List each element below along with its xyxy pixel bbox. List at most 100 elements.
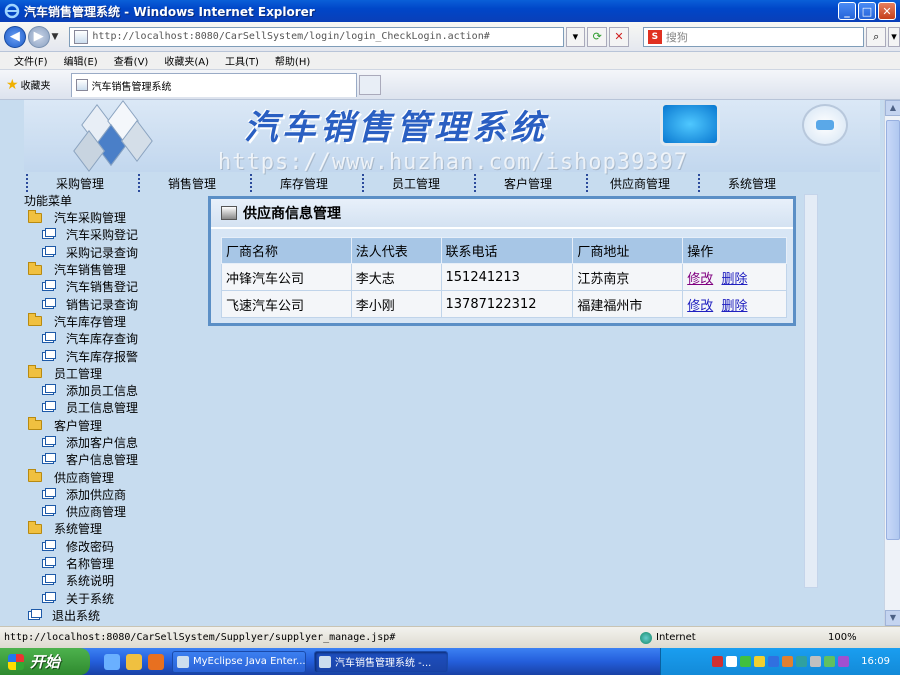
tree-item[interactable]: 汽车销售登记 <box>24 278 204 295</box>
tray-icon[interactable] <box>712 656 724 667</box>
tree-group-inventory[interactable]: 汽车库存管理 <box>24 313 204 330</box>
tree-item-label: 汽车销售登记 <box>66 280 139 295</box>
address-bar[interactable]: http://localhost:8080/CarSellSystem/logi… <box>69 26 564 47</box>
tree-item[interactable]: 客户信息管理 <box>24 451 204 468</box>
tree-item[interactable]: 员工信息管理 <box>24 399 204 416</box>
tree-item[interactable]: 采购记录查询 <box>24 244 204 261</box>
tree-item[interactable]: 汽车库存报警 <box>24 347 204 364</box>
start-button[interactable]: 开始 <box>0 648 90 675</box>
nav-system[interactable]: 系统管理 <box>696 172 808 194</box>
favorites-button[interactable]: 收藏夹 <box>21 77 51 92</box>
cell-addr: 福建福州市 <box>572 290 684 318</box>
nav-purchase[interactable]: 采购管理 <box>24 172 136 194</box>
page-scrollbar[interactable]: ▲ ▼ <box>884 100 900 626</box>
zoom-level[interactable]: 100% <box>828 632 857 643</box>
edit-link[interactable]: 修改 <box>687 299 713 314</box>
cell-rep: 李小刚 <box>350 290 442 318</box>
delete-link[interactable]: 删除 <box>721 299 747 314</box>
search-options-icon[interactable]: ▾ <box>888 26 900 47</box>
tray-icon[interactable] <box>824 656 836 667</box>
tree-item[interactable]: 汽车采购登记 <box>24 226 204 243</box>
favorites-bar: ★ 收藏夹 汽车销售管理系统 <box>0 70 900 100</box>
tree-item[interactable]: 系统说明 <box>24 572 204 589</box>
tree-item[interactable]: 关于系统 <box>24 590 204 607</box>
tree-item-label: 汽车库存查询 <box>66 332 139 347</box>
menu-edit[interactable]: 编辑(E) <box>64 53 98 68</box>
ie-task-icon <box>319 655 331 668</box>
tray-icon[interactable] <box>838 656 850 667</box>
tree-item[interactable]: 添加客户信息 <box>24 434 204 451</box>
column-header: 厂商名称 <box>221 237 352 264</box>
menu-view[interactable]: 查看(V) <box>114 53 149 68</box>
nav-supplier[interactable]: 供应商管理 <box>584 172 696 194</box>
tree-item-logout[interactable]: 退出系统 <box>24 607 204 624</box>
supplier-panel: 供应商信息管理 厂商名称 法人代表 联系电话 厂商地址 操作 冲锋汽车公司 李大… <box>208 196 796 326</box>
tray-icon[interactable] <box>768 656 780 667</box>
menu-favorites[interactable]: 收藏夹(A) <box>164 53 209 68</box>
delete-link[interactable]: 删除 <box>721 272 747 287</box>
tree-item[interactable]: 名称管理 <box>24 555 204 572</box>
taskbar-item-ie[interactable]: 汽车销售管理系统 -... <box>314 650 448 673</box>
page-icon <box>28 608 42 620</box>
nav-customer[interactable]: 客户管理 <box>472 172 584 194</box>
nav-inventory[interactable]: 库存管理 <box>248 172 360 194</box>
clock: 16:09 <box>861 656 890 667</box>
tray-icon[interactable] <box>740 656 752 667</box>
forward-button[interactable]: ▶ <box>27 25 50 48</box>
menu-tools[interactable]: 工具(T) <box>225 53 259 68</box>
close-button[interactable]: ✕ <box>878 2 896 20</box>
folder-quicklaunch-icon[interactable] <box>126 653 142 670</box>
tree-item[interactable]: 销售记录查询 <box>24 295 204 312</box>
tree-item[interactable]: 添加员工信息 <box>24 382 204 399</box>
stop-icon[interactable]: ✕ <box>609 26 629 47</box>
myeclipse-icon <box>177 655 189 668</box>
search-input[interactable]: S 搜狗 <box>642 26 865 47</box>
refresh-icon[interactable]: ⟳ <box>587 26 608 47</box>
nav-employee[interactable]: 员工管理 <box>360 172 472 194</box>
favorites-star-icon[interactable]: ★ <box>6 77 19 93</box>
menu-help[interactable]: 帮助(H) <box>275 53 310 68</box>
search-icon[interactable]: ⌕ <box>866 26 887 47</box>
menu-file[interactable]: 文件(F) <box>14 53 48 68</box>
tree-item[interactable]: 添加供应商 <box>24 486 204 503</box>
tree-group-purchase[interactable]: 汽车采购管理 <box>24 209 204 226</box>
quick-launch <box>104 653 164 670</box>
scroll-down-icon[interactable]: ▼ <box>885 610 900 626</box>
address-dropdown-icon[interactable]: ▾ <box>565 26 586 47</box>
tree-item[interactable]: 修改密码 <box>24 538 204 555</box>
tree-group-sales[interactable]: 汽车销售管理 <box>24 261 204 278</box>
back-button[interactable]: ◀ <box>4 25 26 48</box>
tray-icon[interactable] <box>796 656 808 667</box>
browser-tab[interactable]: 汽车销售管理系统 <box>70 72 357 97</box>
scroll-up-icon[interactable]: ▲ <box>885 100 900 116</box>
tree-item[interactable]: 汽车库存查询 <box>24 330 204 347</box>
system-tray: 16:09 <box>660 648 900 675</box>
minimize-button[interactable]: _ <box>838 2 856 20</box>
tree-group-customer[interactable]: 客户管理 <box>24 417 204 434</box>
history-dropdown-icon[interactable]: ▼ <box>52 32 64 42</box>
tray-icon[interactable] <box>810 656 822 667</box>
page-icon <box>42 487 56 499</box>
firefox-quicklaunch-icon[interactable] <box>148 653 164 670</box>
tree-group-system[interactable]: 系统管理 <box>24 520 204 537</box>
new-tab-button[interactable] <box>358 74 381 95</box>
ie-quicklaunch-icon[interactable] <box>104 653 120 670</box>
site-banner: 汽车销售管理系统 https://www.huzhan.com/ishop393… <box>24 100 880 175</box>
tree-item[interactable]: 供应商管理 <box>24 503 204 520</box>
tree-group-supplier[interactable]: 供应商管理 <box>24 468 204 485</box>
tab-title: 汽车销售管理系统 <box>91 81 172 93</box>
edit-link[interactable]: 修改 <box>687 272 713 287</box>
maximize-button[interactable]: □ <box>858 2 876 20</box>
tray-icon[interactable] <box>726 656 738 667</box>
inner-scrollbar[interactable] <box>804 194 818 588</box>
page-icon <box>42 245 56 257</box>
start-label: 开始 <box>30 653 61 671</box>
tree-group-employee[interactable]: 员工管理 <box>24 365 204 382</box>
scroll-thumb[interactable] <box>886 120 900 540</box>
page-icon <box>42 297 56 309</box>
taskbar-item-myeclipse[interactable]: MyEclipse Java Enter... <box>172 650 306 673</box>
tray-icon[interactable] <box>782 656 794 667</box>
nav-sales[interactable]: 销售管理 <box>136 172 248 194</box>
tree-title: 功能菜单 <box>24 194 73 208</box>
tray-icon[interactable] <box>754 656 766 667</box>
